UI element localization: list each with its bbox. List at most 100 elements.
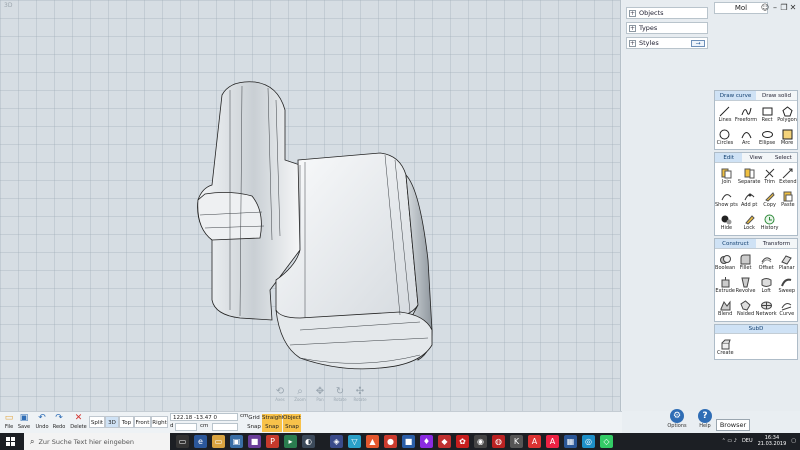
- more-tool[interactable]: More: [777, 126, 797, 149]
- browser-button[interactable]: Browser: [716, 419, 750, 431]
- app-icon[interactable]: ◉: [474, 435, 487, 448]
- close-button[interactable]: ✕: [788, 3, 798, 12]
- sweep-tool[interactable]: Sweep: [777, 274, 797, 297]
- accordion-types[interactable]: + Types: [626, 22, 708, 34]
- app-icon[interactable]: ▦: [564, 435, 577, 448]
- tab-select[interactable]: Select: [769, 153, 797, 163]
- file-button[interactable]: ▭ File: [2, 413, 16, 431]
- notification-icon[interactable]: ▢: [791, 438, 796, 444]
- offset-tool[interactable]: Offset: [756, 251, 777, 274]
- app-icon[interactable]: ◎: [582, 435, 595, 448]
- coordinate-input[interactable]: 122.18 -13.47 0: [170, 413, 238, 421]
- subd-header[interactable]: SubD: [715, 325, 797, 334]
- zoom-tool[interactable]: ⌕ Zoom: [292, 386, 308, 402]
- options-button[interactable]: ⚙ Options: [666, 409, 688, 429]
- history-tool[interactable]: History: [760, 211, 779, 234]
- boolean-tool[interactable]: Boolean: [715, 251, 735, 274]
- axes-tool[interactable]: ⟲ Axes: [272, 386, 288, 402]
- network-tool[interactable]: Network: [756, 297, 777, 320]
- app-icon[interactable]: ◐: [302, 435, 315, 448]
- view-front-button[interactable]: Front: [134, 416, 151, 428]
- app-icon[interactable]: K: [510, 435, 523, 448]
- pdf-icon[interactable]: A: [546, 435, 559, 448]
- show-points-tool[interactable]: Show pts: [715, 188, 738, 211]
- app-icon[interactable]: ✿: [456, 435, 469, 448]
- copy-tool[interactable]: Copy: [760, 188, 778, 211]
- fillet-tool[interactable]: Fillet: [735, 251, 755, 274]
- windows-start-icon[interactable]: [6, 437, 15, 446]
- edge-icon[interactable]: e: [194, 435, 207, 448]
- app-icon[interactable]: ■: [402, 435, 415, 448]
- straight-snap-toggle[interactable]: Straight Snap: [262, 414, 284, 432]
- object-snap-toggle[interactable]: Object Snap: [283, 414, 301, 432]
- tray-icons[interactable]: ⌃ ▭ ♪: [722, 438, 737, 444]
- rotate-tool[interactable]: ↻ Rotate: [332, 386, 348, 402]
- view-split-button[interactable]: Split: [89, 416, 105, 428]
- freeform-tool[interactable]: Freeform: [735, 103, 757, 126]
- hide-tool[interactable]: Hide: [715, 211, 738, 234]
- pdf-icon[interactable]: A: [528, 435, 541, 448]
- 3d-viewport[interactable]: 3D ⟲ Axes ⌕ Zoom ✥ Pan ↻ Rotate ✣ Rotate: [0, 0, 621, 411]
- tab-transform[interactable]: Transform: [756, 239, 797, 249]
- app-icon[interactable]: ◇: [600, 435, 613, 448]
- app-icon[interactable]: ▸: [284, 435, 297, 448]
- moi-icon[interactable]: ◈: [330, 435, 343, 448]
- distance-input[interactable]: [175, 423, 197, 431]
- view-right-button[interactable]: Right: [151, 416, 168, 428]
- arrow-right-icon[interactable]: →: [691, 40, 705, 47]
- app-icon[interactable]: ♦: [420, 435, 433, 448]
- rotate-alt-tool[interactable]: ✣ Rotate: [352, 386, 368, 402]
- create-tool[interactable]: Create: [715, 336, 736, 359]
- loft-tool[interactable]: Loft: [756, 274, 777, 297]
- curve-tool[interactable]: Curve: [777, 297, 797, 320]
- view-3d-button[interactable]: 3D: [105, 416, 119, 428]
- separate-tool[interactable]: Separate: [738, 165, 760, 188]
- account-icon[interactable]: ☺: [760, 3, 770, 12]
- revolve-tool[interactable]: Revolve: [735, 274, 755, 297]
- planar-tool[interactable]: Planar: [777, 251, 797, 274]
- file-explorer-icon[interactable]: ▭: [212, 435, 225, 448]
- lines-tool[interactable]: Lines: [715, 103, 735, 126]
- tab-edit[interactable]: Edit: [715, 153, 743, 163]
- accordion-styles[interactable]: + Styles →: [626, 37, 708, 49]
- nsided-tool[interactable]: Nsided: [735, 297, 755, 320]
- language-indicator[interactable]: DEU: [742, 438, 753, 444]
- save-button[interactable]: ▣ Save: [17, 413, 31, 431]
- app-icon[interactable]: ◍: [492, 435, 505, 448]
- ellipse-tool[interactable]: Ellipse: [757, 126, 777, 149]
- redo-button[interactable]: ↷ Redo: [52, 413, 66, 431]
- lock-tool[interactable]: Lock: [738, 211, 761, 234]
- arc-tool[interactable]: Arc: [735, 126, 757, 149]
- delete-button[interactable]: ✕ Delete: [70, 413, 87, 431]
- rect-tool[interactable]: Rect: [757, 103, 777, 126]
- tab-view[interactable]: View: [742, 153, 770, 163]
- app-icon[interactable]: ▲: [366, 435, 379, 448]
- blend-tool[interactable]: Blend: [715, 297, 735, 320]
- app-icon[interactable]: ▽: [348, 435, 361, 448]
- pan-tool[interactable]: ✥ Pan: [312, 386, 328, 402]
- accordion-objects[interactable]: + Objects: [626, 7, 708, 19]
- sofa-model[interactable]: [0, 0, 621, 411]
- tab-draw-curve[interactable]: Draw curve: [715, 91, 756, 101]
- undo-button[interactable]: ↶ Undo: [35, 413, 49, 431]
- taskbar-search[interactable]: ⌕ Zur Suche Text hier eingeben: [24, 433, 170, 450]
- app-icon[interactable]: P: [266, 435, 279, 448]
- polygon-tool[interactable]: Polygon: [777, 103, 797, 126]
- trim-tool[interactable]: Trim: [760, 165, 778, 188]
- tab-construct[interactable]: Construct: [715, 239, 756, 249]
- circles-tool[interactable]: Circles: [715, 126, 735, 149]
- extrude-tool[interactable]: Extrude: [715, 274, 735, 297]
- app-icon[interactable]: ●: [384, 435, 397, 448]
- store-icon[interactable]: ▣: [230, 435, 243, 448]
- join-tool[interactable]: Join: [715, 165, 738, 188]
- clock[interactable]: 16:34 21.03.2019: [758, 435, 787, 447]
- add-point-tool[interactable]: Add pt: [738, 188, 761, 211]
- view-top-button[interactable]: Top: [119, 416, 134, 428]
- extend-tool[interactable]: Extend: [779, 165, 797, 188]
- help-button[interactable]: ? Help: [694, 409, 716, 429]
- tab-draw-solid[interactable]: Draw solid: [756, 91, 797, 101]
- app-icon[interactable]: ■: [248, 435, 261, 448]
- grid-snap-toggle[interactable]: Grid Snap: [246, 414, 262, 432]
- task-view-icon[interactable]: ▭: [176, 435, 189, 448]
- paste-tool[interactable]: Paste: [779, 188, 797, 211]
